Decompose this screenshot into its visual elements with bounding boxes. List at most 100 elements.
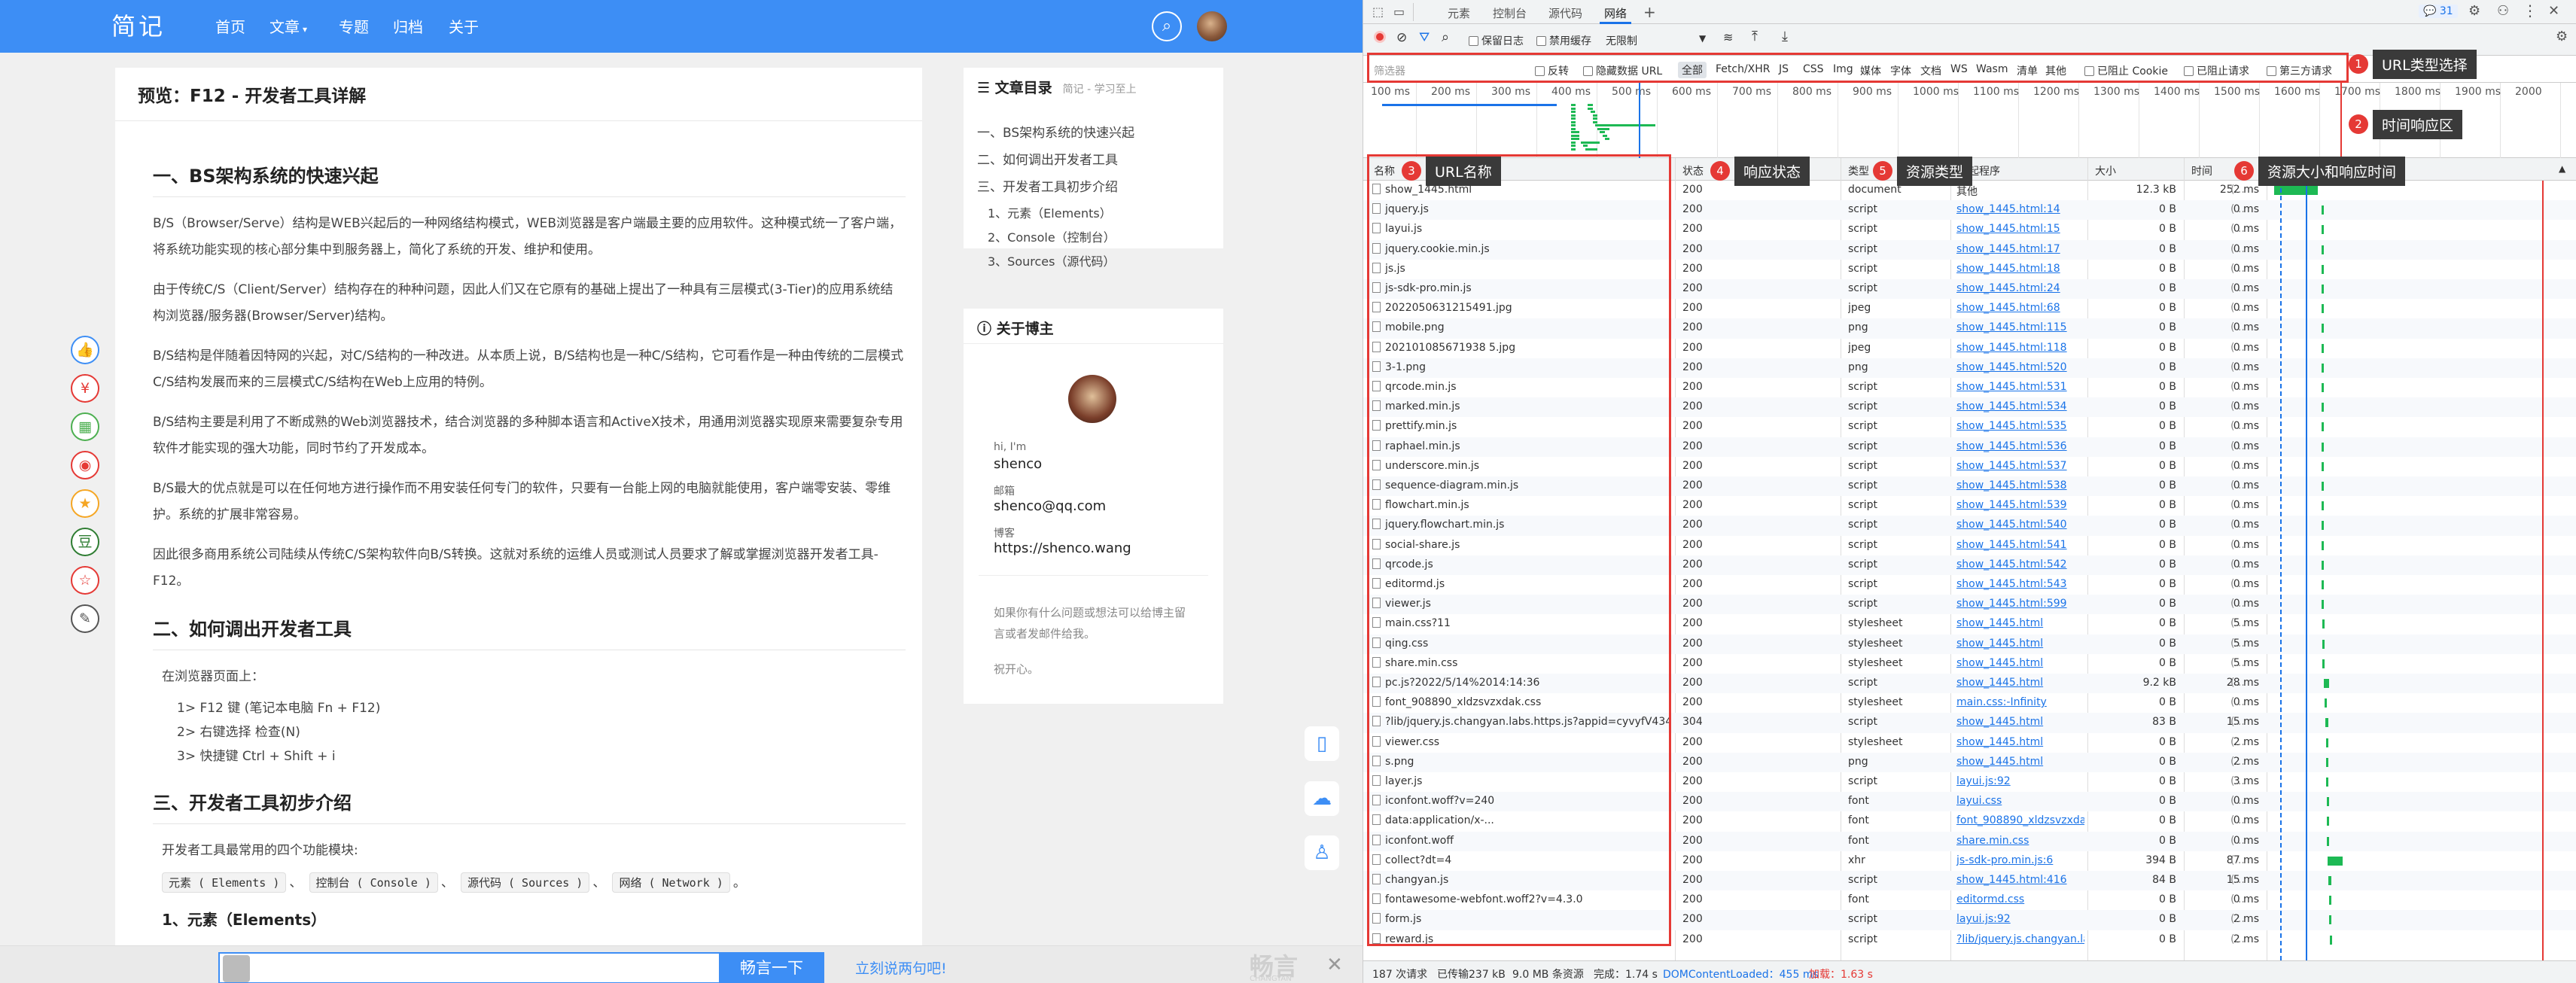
- request-initiator[interactable]: show_1445.html: [1941, 736, 2084, 748]
- request-initiator[interactable]: show_1445.html: [1941, 638, 2084, 650]
- request-initiator[interactable]: layui.js:92: [1941, 775, 2084, 787]
- request-initiator[interactable]: show_1445.html:118: [1941, 342, 2084, 354]
- wechat-icon[interactable]: ▦: [71, 412, 99, 441]
- column-status[interactable]: 状态: [1682, 163, 1704, 178]
- douban-icon[interactable]: 豆: [71, 528, 99, 556]
- request-initiator[interactable]: ?lib/jquery.js.changyan.lab...: [1941, 933, 2084, 945]
- account-icon[interactable]: ⚇: [2497, 3, 2509, 19]
- pencil-icon[interactable]: ✎: [71, 604, 99, 633]
- wechat-icon[interactable]: ☁: [1305, 781, 1339, 816]
- column-time[interactable]: 时间: [2191, 163, 2212, 178]
- request-initiator[interactable]: show_1445.html: [1941, 716, 2084, 728]
- comment-link[interactable]: 立刻说两句吧!: [855, 957, 947, 978]
- upload-icon[interactable]: ⤒: [1752, 29, 1758, 44]
- tab-sources[interactable]: 源代码: [1548, 5, 1582, 21]
- thumb-up-icon[interactable]: 👍: [71, 336, 99, 364]
- wifi-icon[interactable]: ≋: [1723, 30, 1733, 44]
- column-type[interactable]: 类型: [1848, 163, 1869, 178]
- tab-network[interactable]: 网络: [1604, 5, 1627, 21]
- mobile-icon[interactable]: ▯: [1305, 726, 1339, 761]
- request-initiator[interactable]: show_1445.html:24: [1941, 282, 2084, 294]
- author-site[interactable]: https://shenco.wang: [994, 540, 1131, 556]
- avatar[interactable]: [1197, 11, 1227, 41]
- nav-topics[interactable]: 专题: [339, 15, 369, 37]
- sort-up-icon[interactable]: ▲: [2559, 163, 2565, 174]
- more-tabs-icon[interactable]: +: [1643, 3, 1656, 21]
- request-initiator[interactable]: show_1445.html:520: [1941, 361, 2084, 373]
- author-email[interactable]: shenco@qq.com: [994, 498, 1106, 514]
- gear-icon[interactable]: ⚙: [2468, 3, 2480, 19]
- star-icon[interactable]: ☆: [71, 566, 99, 595]
- request-initiator[interactable]: show_1445.html:538: [1941, 479, 2084, 492]
- site-logo[interactable]: 简记: [111, 8, 166, 42]
- request-initiator[interactable]: show_1445.html: [1941, 756, 2084, 768]
- toc-item[interactable]: 1、元素（Elements）: [988, 203, 1112, 221]
- request-initiator[interactable]: show_1445.html:540: [1941, 519, 2084, 531]
- qq-icon[interactable]: ♙: [1305, 835, 1339, 870]
- request-initiator[interactable]: layui.js:92: [1941, 913, 2084, 925]
- request-initiator[interactable]: editormd.css: [1941, 893, 2084, 905]
- request-initiator[interactable]: show_1445.html: [1941, 617, 2084, 629]
- record-button[interactable]: [1374, 31, 1386, 43]
- request-initiator[interactable]: main.css:-Infinity: [1941, 696, 2084, 708]
- request-initiator[interactable]: show_1445.html:537: [1941, 460, 2084, 472]
- nav-articles[interactable]: 文章 ▾: [269, 15, 307, 37]
- request-initiator[interactable]: show_1445.html:14: [1941, 203, 2084, 215]
- request-initiator[interactable]: show_1445.html:17: [1941, 243, 2084, 255]
- request-initiator[interactable]: show_1445.html: [1941, 657, 2084, 669]
- yen-icon[interactable]: ¥: [71, 374, 99, 403]
- filter-icon[interactable]: ⛛: [1419, 30, 1430, 45]
- toc-item[interactable]: 2、Console（控制台）: [988, 227, 1116, 245]
- kebab-menu-icon[interactable]: ⋮: [2523, 2, 2538, 20]
- toc-item[interactable]: 二、如何调出开发者工具: [977, 149, 1118, 168]
- request-initiator[interactable]: show_1445.html:68: [1941, 302, 2084, 314]
- close-icon[interactable]: ✕: [2548, 3, 2559, 19]
- comment-input[interactable]: [218, 952, 719, 983]
- preserve-log-checkbox[interactable]: 保留日志: [1469, 33, 1524, 48]
- request-initiator[interactable]: show_1445.html:416: [1941, 874, 2084, 886]
- column-size[interactable]: 大小: [2095, 163, 2116, 178]
- request-initiator[interactable]: show_1445.html:535: [1941, 420, 2084, 432]
- request-initiator[interactable]: show_1445.html:539: [1941, 499, 2084, 511]
- inspect-icon[interactable]: ⬚: [1372, 5, 1384, 19]
- search-icon[interactable]: ⌕: [1442, 29, 1449, 45]
- tab-elements[interactable]: 元素: [1448, 5, 1470, 21]
- disable-cache-checkbox[interactable]: 禁用缓存: [1536, 33, 1591, 48]
- nav-about[interactable]: 关于: [449, 15, 479, 37]
- message-badge[interactable]: 💬 31: [2419, 5, 2458, 18]
- tab-console[interactable]: 控制台: [1493, 5, 1527, 21]
- request-initiator[interactable]: show_1445.html:542: [1941, 558, 2084, 571]
- device-icon[interactable]: ▭: [1393, 5, 1405, 19]
- request-initiator[interactable]: show_1445.html:534: [1941, 400, 2084, 412]
- request-initiator[interactable]: font_908890_xldzsvzxdak.css: [1941, 814, 2084, 826]
- chevron-down-icon[interactable]: ▼: [1699, 33, 1706, 44]
- gear-icon[interactable]: ⚙: [2556, 29, 2568, 44]
- clear-icon[interactable]: ⊘: [1396, 30, 1407, 45]
- request-initiator[interactable]: layui.css: [1941, 795, 2084, 807]
- request-initiator[interactable]: share.min.css: [1941, 835, 2084, 847]
- checkbox[interactable]: [1536, 36, 1546, 46]
- request-initiator[interactable]: show_1445.html: [1941, 677, 2084, 689]
- nav-home[interactable]: 首页: [215, 15, 245, 37]
- weibo-icon[interactable]: ◉: [71, 451, 99, 479]
- request-initiator[interactable]: show_1445.html:15: [1941, 223, 2084, 235]
- request-initiator[interactable]: show_1445.html:18: [1941, 263, 2084, 275]
- comment-submit-button[interactable]: 畅言一下: [719, 952, 824, 983]
- throttle-select[interactable]: 无限制: [1606, 33, 1637, 48]
- toc-item[interactable]: 一、BS架构系统的快速兴起: [977, 122, 1134, 141]
- nav-archive[interactable]: 归档: [393, 15, 423, 37]
- request-initiator[interactable]: show_1445.html:543: [1941, 578, 2084, 590]
- request-initiator[interactable]: show_1445.html:531: [1941, 381, 2084, 393]
- close-icon[interactable]: ✕: [1326, 954, 1343, 976]
- request-initiator[interactable]: show_1445.html:115: [1941, 321, 2084, 333]
- download-icon[interactable]: ⤓: [1782, 29, 1788, 44]
- toc-item[interactable]: 3、Sources（源代码）: [988, 251, 1115, 269]
- qzone-icon[interactable]: ★: [71, 489, 99, 518]
- search-icon[interactable]: ⌕: [1152, 11, 1182, 41]
- request-initiator[interactable]: show_1445.html:541: [1941, 539, 2084, 551]
- request-initiator[interactable]: js-sdk-pro.min.js:6: [1941, 854, 2084, 866]
- request-initiator[interactable]: show_1445.html:599: [1941, 598, 2084, 610]
- checkbox[interactable]: [1469, 36, 1478, 46]
- toc-item[interactable]: 三、开发者工具初步介绍: [977, 176, 1118, 195]
- request-initiator[interactable]: show_1445.html:536: [1941, 440, 2084, 452]
